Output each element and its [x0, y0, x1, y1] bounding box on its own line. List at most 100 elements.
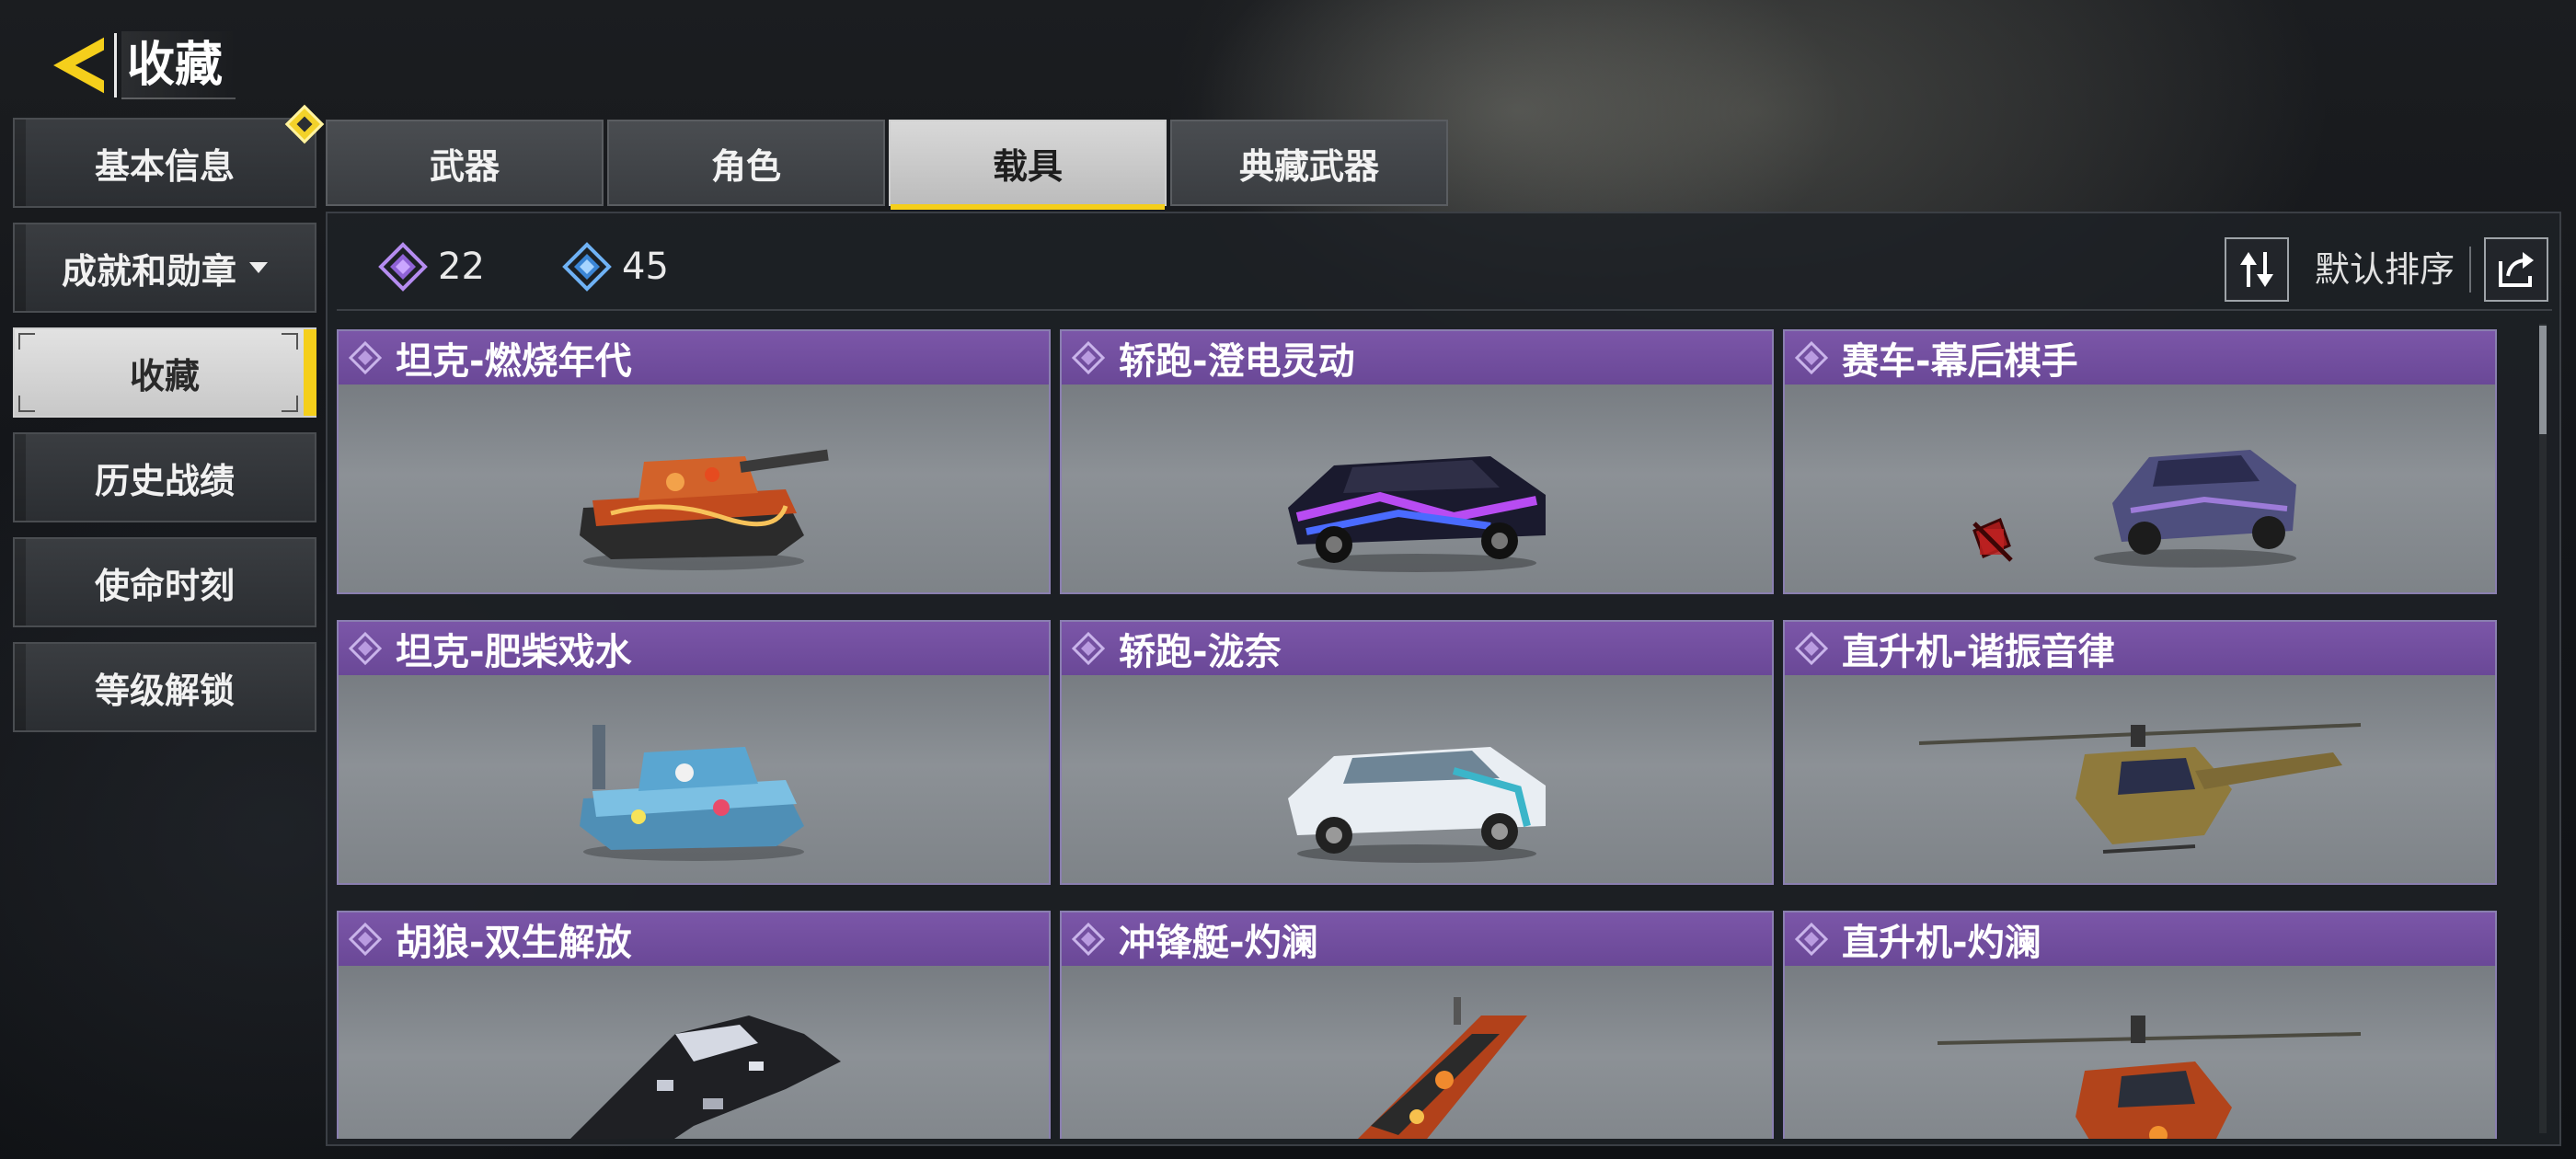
tab-label: 角色: [710, 145, 781, 187]
vehicle-image: [1785, 384, 2495, 594]
card-title: 直升机-灼澜: [1842, 922, 2041, 964]
vehicle-card[interactable]: 直升机-灼澜: [1783, 911, 2497, 1139]
vehicle-image: [339, 384, 1049, 594]
sidebar-item-basic-info[interactable]: 基本信息: [13, 104, 325, 208]
sidebar-item-history[interactable]: 历史战绩: [13, 432, 316, 522]
corner-bracket: [282, 333, 298, 350]
vehicle-image: [1785, 966, 2495, 1139]
sidebar-item-label: 使命时刻: [94, 565, 235, 606]
card-title-bar: 坦克-肥柴戏水: [339, 622, 1049, 675]
panel-toolbar: 22 45 默认排序: [337, 223, 2552, 311]
vehicle-image: [1062, 384, 1772, 594]
card-title: 冲锋艇-灼澜: [1119, 922, 1318, 964]
back-arrow-icon: [49, 34, 106, 97]
rarity-diamond-icon: [1071, 631, 1106, 666]
active-indicator: [304, 329, 316, 416]
share-icon: [2499, 252, 2534, 287]
rarity-diamond-icon: [1071, 340, 1106, 375]
card-title-bar: 轿跑-澄电灵动: [1062, 331, 1772, 384]
chevron-down-icon: [249, 262, 268, 273]
race-car-image: [1972, 450, 2296, 568]
vehicle-card[interactable]: 胡狼-双生解放: [337, 911, 1051, 1139]
sidebar-item-achievements[interactable]: 成就和勋章: [13, 223, 316, 313]
sort-toggle-button[interactable]: [2225, 237, 2289, 302]
card-title-bar: 冲锋艇-灼澜: [1062, 912, 1772, 966]
card-title-bar: 直升机-谐振音律: [1785, 622, 2495, 675]
purple-count-value: 22: [438, 246, 485, 288]
tab-active-underline: [891, 204, 1165, 210]
card-title: 轿跑-澄电灵动: [1119, 340, 1355, 383]
card-title-bar: 坦克-燃烧年代: [339, 331, 1049, 384]
vehicle-card[interactable]: 直升机-谐振音律: [1783, 620, 2497, 885]
vehicle-card[interactable]: 轿跑-澄电灵动: [1060, 329, 1774, 594]
back-button[interactable]: [44, 26, 114, 105]
coupe-image: [1288, 456, 1546, 572]
rarity-diamond-icon: [348, 340, 383, 375]
share-button[interactable]: [2484, 237, 2548, 302]
card-title: 轿跑-泷奈: [1119, 631, 1282, 673]
tab-weapons[interactable]: 武器: [326, 120, 604, 206]
helicopter-image: [1918, 723, 2362, 854]
card-title-bar: 赛车-幕后棋手: [1785, 331, 2495, 384]
tank-image: [580, 725, 804, 861]
new-badge-icon: [284, 104, 325, 144]
card-title-bar: 直升机-灼澜: [1785, 912, 2495, 966]
card-title: 胡狼-双生解放: [396, 922, 632, 964]
tab-characters[interactable]: 角色: [607, 120, 885, 206]
tab-label: 典藏武器: [1238, 145, 1379, 187]
tab-label: 武器: [429, 145, 500, 187]
vehicle-card[interactable]: 坦克-肥柴戏水: [337, 620, 1051, 885]
blue-diamond-icon: [562, 242, 612, 292]
rarity-diamond-icon: [1794, 922, 1829, 957]
vehicle-image: [1062, 966, 1772, 1139]
vehicle-image: [1062, 675, 1772, 885]
corner-bracket: [18, 396, 35, 412]
card-title: 直升机-谐振音律: [1842, 631, 2115, 673]
card-title-bar: 轿跑-泷奈: [1062, 622, 1772, 675]
rarity-diamond-icon: [348, 631, 383, 666]
sidebar-item-label: 成就和勋章: [61, 250, 236, 292]
blue-rarity-count: 45: [561, 241, 669, 293]
rarity-diamond-icon: [1794, 340, 1829, 375]
vehicle-card[interactable]: 轿跑-泷奈: [1060, 620, 1774, 885]
purple-diamond-icon: [378, 242, 428, 292]
rarity-diamond-icon: [1794, 631, 1829, 666]
coupe-image: [1288, 747, 1546, 863]
toolbar-divider: [2469, 247, 2471, 293]
vehicle-image: [1785, 675, 2495, 885]
header-divider: [114, 33, 117, 98]
tab-label: 载具: [992, 145, 1063, 187]
vehicle-image: [339, 675, 1049, 885]
sort-label[interactable]: 默认排序: [2315, 239, 2455, 300]
sidebar-item-label: 历史战绩: [94, 460, 235, 501]
card-title: 赛车-幕后棋手: [1842, 340, 2078, 383]
vehicle-card[interactable]: 冲锋艇-灼澜: [1060, 911, 1774, 1139]
sidebar-item-moments[interactable]: 使命时刻: [13, 537, 316, 627]
scrollbar-thumb[interactable]: [2539, 326, 2547, 434]
helicopter-image: [1937, 1016, 2362, 1139]
corner-bracket: [282, 396, 298, 412]
sidebar-item-label: 等级解锁: [94, 670, 235, 711]
item-shade: [15, 434, 26, 521]
rarity-diamond-icon: [348, 922, 383, 957]
vehicle-card[interactable]: 赛车-幕后棋手: [1783, 329, 2497, 594]
item-shade: [15, 224, 26, 311]
rarity-diamond-icon: [1071, 922, 1106, 957]
jackal-jet-image: [570, 1016, 841, 1139]
tab-vehicles[interactable]: 载具: [889, 120, 1167, 210]
locked-icon: [1972, 517, 2013, 562]
item-shade: [15, 644, 26, 730]
blue-count-value: 45: [622, 246, 669, 288]
scrollbar-track[interactable]: [2539, 324, 2547, 1133]
sidebar-item-level-unlock[interactable]: 等级解锁: [13, 642, 316, 732]
sidebar-item-label: 收藏: [129, 355, 200, 396]
assault-boat-image: [1358, 997, 1527, 1139]
sidebar-item-collection[interactable]: 收藏: [13, 327, 316, 418]
vehicle-card[interactable]: 坦克-燃烧年代: [337, 329, 1051, 594]
card-title: 坦克-肥柴戏水: [396, 631, 632, 673]
card-title: 坦克-燃烧年代: [396, 340, 632, 383]
page-title: 收藏: [121, 31, 236, 99]
item-shade: [15, 120, 26, 206]
tank-image: [580, 449, 829, 570]
tab-collector-weapons[interactable]: 典藏武器: [1170, 120, 1448, 206]
